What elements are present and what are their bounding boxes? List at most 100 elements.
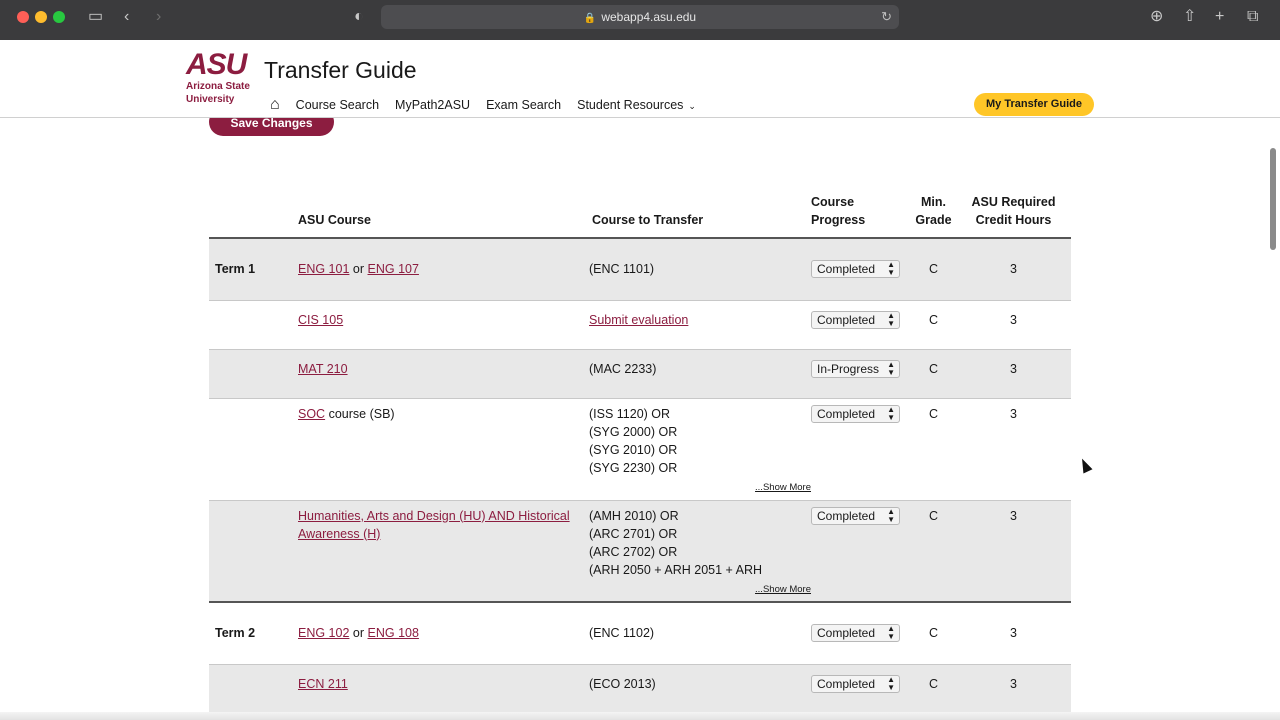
course-progress-value: Completed bbox=[817, 262, 876, 276]
asu-course-link[interactable]: ECN 211 bbox=[298, 677, 348, 691]
chevron-down-icon: ⌄ bbox=[688, 101, 696, 111]
sidebar-toggle-icon[interactable]: ▭ bbox=[88, 8, 103, 26]
min-grade-header-2: Grade bbox=[915, 213, 952, 227]
privacy-shield-icon[interactable]: ◐ bbox=[354, 8, 364, 26]
credit-hours: 3 bbox=[1010, 626, 1017, 640]
reload-icon[interactable]: ↻ bbox=[881, 9, 892, 25]
credit-hours: 3 bbox=[1010, 508, 1017, 523]
transfer-course: (ECO 2013) bbox=[589, 676, 656, 691]
min-grade-header: Min. Grade bbox=[911, 190, 956, 239]
show-more-link[interactable]: ...Show More bbox=[589, 581, 811, 599]
course-progress-header-1: Course bbox=[811, 195, 855, 209]
asu-course-link[interactable]: ENG 107 bbox=[368, 262, 419, 276]
course-progress-value: Completed bbox=[817, 676, 876, 691]
mouse-cursor-icon bbox=[1077, 456, 1093, 474]
min-grade: C bbox=[928, 626, 939, 640]
course-progress-value: Completed bbox=[817, 406, 876, 421]
main-nav: ⌂ Course Search MyPath2ASU Exam Search S… bbox=[270, 96, 712, 114]
asu-course-link[interactable]: Humanities, Arts and Design (HU) AND His… bbox=[298, 509, 570, 541]
asu-course-link[interactable]: ENG 108 bbox=[368, 626, 419, 640]
table-row: SOC course (SB) (ISS 1120) OR (SYG 2000)… bbox=[209, 398, 1071, 500]
transfer-option: (SYG 2010) OR bbox=[589, 442, 678, 457]
min-grade: C bbox=[928, 312, 939, 327]
browser-toolbar: ▭ ‹ › ◐ 🔒 webapp4.asu.edu ↻ ⊕ ⇧ + ⧉ bbox=[0, 0, 1280, 40]
tab-overview-icon[interactable]: ⧉ bbox=[1247, 8, 1258, 26]
select-arrows-icon: ▲ ▼ bbox=[887, 506, 895, 524]
min-grade: C bbox=[928, 361, 939, 376]
min-grade: C bbox=[928, 262, 939, 276]
course-progress-value: Completed bbox=[817, 508, 876, 523]
credit-hours: 3 bbox=[1010, 361, 1017, 376]
transfer-option: (ARC 2701) OR bbox=[589, 526, 678, 541]
transfer-option: (ISS 1120) OR bbox=[589, 406, 671, 421]
close-window-button[interactable] bbox=[17, 11, 29, 23]
credit-hours: 3 bbox=[1010, 676, 1017, 691]
nav-exam-search[interactable]: Exam Search bbox=[486, 98, 561, 112]
course-progress-select[interactable]: Completed ▲ ▼ bbox=[811, 260, 900, 278]
credit-hours-header: ASU Required Credit Hours bbox=[956, 190, 1071, 239]
back-icon[interactable]: ‹ bbox=[124, 8, 129, 26]
transfer-course: (MAC 2233) bbox=[589, 361, 657, 376]
credit-hours: 3 bbox=[1010, 312, 1017, 327]
table-row: CIS 105 Submit evaluation Completed ▲ ▼ C … bbox=[209, 300, 1071, 349]
course-progress-select[interactable]: In-Progress ▲ ▼ bbox=[811, 359, 900, 378]
url-text: webapp4.asu.edu bbox=[601, 10, 697, 24]
course-suffix: course (SB) bbox=[328, 406, 395, 421]
course-progress-select[interactable]: Completed ▲ ▼ bbox=[811, 506, 900, 525]
course-progress-select[interactable]: Completed ▲ ▼ bbox=[811, 624, 900, 642]
min-grade-header-1: Min. bbox=[921, 195, 946, 209]
asu-course-link[interactable]: MAT 210 bbox=[298, 362, 348, 376]
logo-mark: ASU bbox=[186, 48, 247, 81]
credit-hours: 3 bbox=[1010, 406, 1017, 421]
nav-student-resources[interactable]: Student Resources ⌄ bbox=[577, 98, 696, 112]
table-row: MAT 210 (MAC 2233) In-Progress ▲ ▼ C 3 bbox=[209, 349, 1071, 398]
share-icon[interactable]: ⇧ bbox=[1183, 8, 1196, 26]
course-progress-select[interactable]: Completed ▲ ▼ bbox=[811, 404, 900, 423]
site-header: ASU Arizona State University Transfer Gu… bbox=[0, 40, 1280, 118]
course-progress-header-2: Progress bbox=[811, 213, 866, 227]
save-changes-button[interactable]: Save Changes bbox=[209, 118, 334, 136]
show-more-link[interactable]: ...Show More bbox=[589, 479, 811, 497]
transfer-plan-table: ASU Course Course to Transfer Course Prog… bbox=[209, 190, 1071, 714]
asu-logo[interactable]: ASU Arizona State University bbox=[186, 48, 258, 106]
asu-course-link[interactable]: SOC bbox=[298, 407, 325, 421]
select-arrows-icon: ▲ ▼ bbox=[887, 359, 895, 377]
home-icon[interactable]: ⌂ bbox=[270, 96, 280, 114]
credit-hours-header-2: Credit Hours bbox=[975, 213, 1052, 227]
min-grade: C bbox=[928, 508, 939, 523]
course-progress-select[interactable]: Completed ▲ ▼ bbox=[811, 674, 900, 693]
course-join-text: or bbox=[352, 626, 365, 640]
transfer-option: (SYG 2230) OR bbox=[589, 460, 678, 475]
logo-line-2: University bbox=[186, 94, 235, 105]
my-transfer-guide-button[interactable]: My Transfer Guide bbox=[974, 93, 1094, 116]
table-row: Term 1 ENG 101 or ENG 107 (ENC 1101) Com… bbox=[209, 238, 1071, 300]
site-title[interactable]: Transfer Guide bbox=[264, 57, 417, 84]
select-arrows-icon: ▲ ▼ bbox=[887, 674, 895, 692]
asu-course-link[interactable]: ENG 102 bbox=[298, 626, 349, 640]
address-bar[interactable]: 🔒 webapp4.asu.edu ↻ bbox=[381, 5, 899, 29]
page-scrollbar[interactable] bbox=[1270, 148, 1276, 250]
course-join-text: or bbox=[352, 262, 365, 276]
minimize-window-button[interactable] bbox=[35, 11, 47, 23]
downloads-icon[interactable]: ⊕ bbox=[1150, 8, 1163, 26]
save-area: Save Changes bbox=[0, 118, 1280, 148]
transfer-course: (ENC 1102) bbox=[589, 626, 655, 640]
asu-course-link[interactable]: ENG 101 bbox=[298, 262, 349, 276]
transfer-course: (ENC 1101) bbox=[589, 262, 655, 276]
submit-evaluation-link[interactable]: Submit evaluation bbox=[589, 313, 688, 327]
forward-icon[interactable]: › bbox=[156, 8, 161, 26]
course-progress-header: Course Progress bbox=[811, 190, 911, 239]
min-grade: C bbox=[928, 406, 939, 421]
nav-mypath2asu[interactable]: MyPath2ASU bbox=[395, 98, 470, 112]
table-row: Term 2 ENG 102 or ENG 108 (ENC 1102) Com… bbox=[209, 602, 1071, 664]
select-arrows-icon: ▲ ▼ bbox=[887, 404, 895, 422]
zoom-window-button[interactable] bbox=[53, 11, 65, 23]
course-progress-select[interactable]: Completed ▲ ▼ bbox=[811, 310, 900, 329]
new-tab-icon[interactable]: + bbox=[1215, 8, 1224, 26]
select-arrows-icon: ▲ ▼ bbox=[887, 624, 895, 641]
transfer-option: (AMH 2010) OR bbox=[589, 508, 679, 523]
term-label: Term 1 bbox=[215, 262, 256, 276]
nav-course-search[interactable]: Course Search bbox=[296, 98, 379, 112]
table-row: ECN 211 (ECO 2013) Completed ▲ ▼ C 3 bbox=[209, 664, 1071, 713]
asu-course-link[interactable]: CIS 105 bbox=[298, 313, 343, 327]
